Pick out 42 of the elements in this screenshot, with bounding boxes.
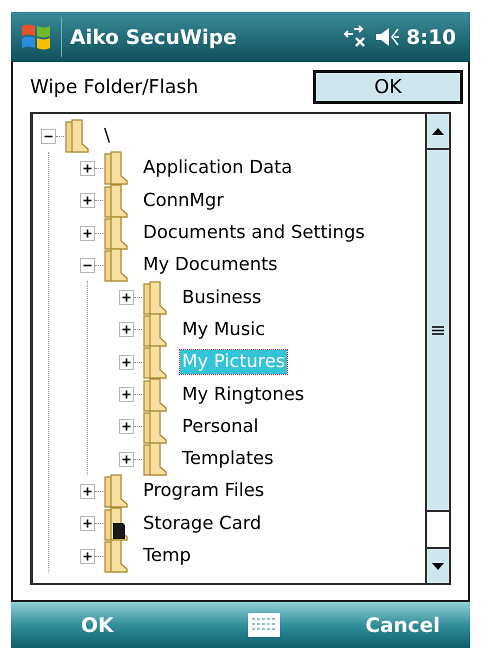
down-arrow-icon <box>432 562 444 570</box>
tree-item[interactable]: My Music <box>180 318 268 342</box>
scroll-thumb[interactable] <box>427 150 449 512</box>
expand-icon[interactable] <box>80 548 95 564</box>
header-label: Wipe Folder/Flash <box>30 74 198 100</box>
expand-icon[interactable] <box>119 354 134 370</box>
keyboard-icon[interactable] <box>247 612 282 638</box>
tree-item[interactable]: My Ringtones <box>180 382 306 407</box>
tree-item[interactable]: Personal <box>180 414 261 439</box>
tree-item[interactable]: Temp <box>141 544 193 568</box>
expand-icon[interactable] <box>80 484 95 499</box>
expand-icon[interactable] <box>80 160 95 176</box>
expand-icon[interactable] <box>80 193 95 208</box>
tree-item[interactable]: Storage Card <box>141 512 264 536</box>
tree-item[interactable]: My Documents <box>141 253 280 278</box>
tree-item[interactable]: Business <box>180 286 264 310</box>
cancel-softkey[interactable]: Cancel <box>365 610 440 640</box>
scroll-up-button[interactable] <box>427 114 449 150</box>
ok-softkey[interactable]: OK <box>81 610 114 640</box>
collapse-icon[interactable] <box>41 128 56 144</box>
expand-icon[interactable] <box>119 322 134 338</box>
speaker-icon[interactable] <box>374 26 400 48</box>
collapse-icon[interactable] <box>80 258 95 273</box>
expand-icon[interactable] <box>80 226 95 241</box>
scroll-down-button[interactable] <box>427 547 449 583</box>
tree-item[interactable]: \ <box>102 124 112 148</box>
expand-icon[interactable] <box>119 290 134 306</box>
tree-item[interactable]: Application Data <box>141 156 294 180</box>
expand-icon[interactable] <box>119 419 134 434</box>
window-title: Aiko SecuWipe <box>70 24 237 51</box>
tree-item[interactable]: Documents and Settings <box>141 221 367 246</box>
tree-item[interactable]: ConnMgr <box>141 188 226 213</box>
expand-icon[interactable] <box>80 516 95 532</box>
up-arrow-icon <box>432 128 444 134</box>
scroll-bar[interactable] <box>425 114 449 583</box>
tree-item[interactable]: Program Files <box>141 479 266 504</box>
grip-icon <box>432 326 444 334</box>
tree-item[interactable]: Templates <box>180 447 276 472</box>
ok-button[interactable]: OK <box>313 70 463 104</box>
expand-icon[interactable] <box>119 387 134 402</box>
expand-icon[interactable] <box>119 452 134 467</box>
clock-time[interactable]: 8:10 <box>406 22 456 52</box>
